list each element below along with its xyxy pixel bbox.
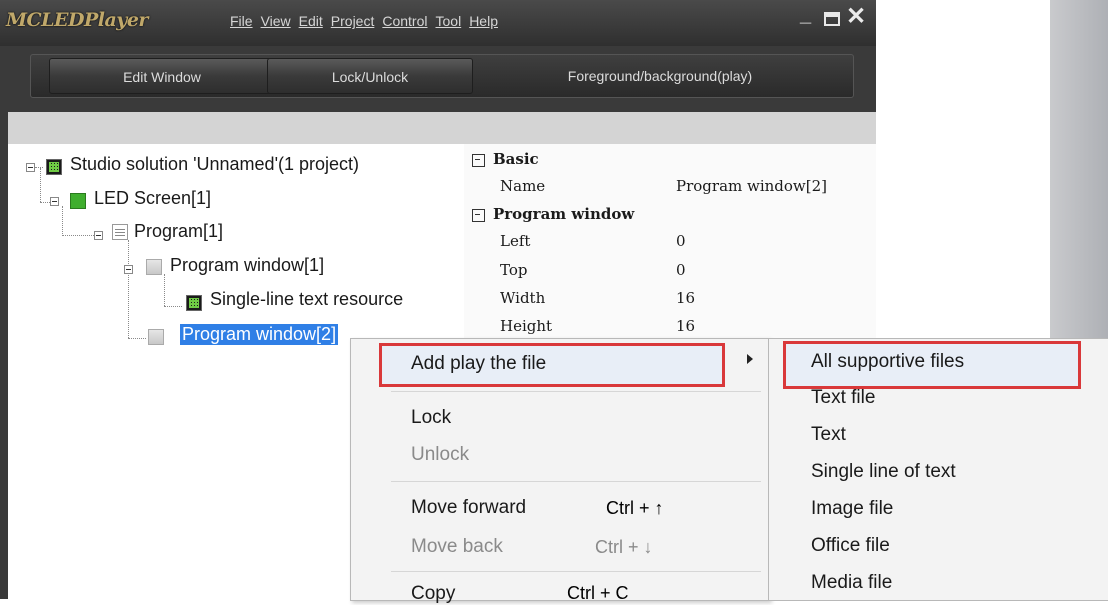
submenu-arrow-icon [747,354,753,364]
tree-line [40,168,41,202]
menu-file[interactable]: File [230,13,253,29]
prop-top-label: Top [500,261,528,279]
tree-node-program[interactable]: Program[1] [134,221,223,242]
close-button[interactable]: ✕ [846,2,866,31]
prop-height-value[interactable]: 16 [676,317,695,335]
program-window-icon [148,329,164,345]
submenu-office-file[interactable]: Office file [811,535,890,557]
submenu-single-line-text[interactable]: Single line of text [811,461,956,483]
tree-line [62,235,94,236]
led-screen-icon [70,193,86,209]
tree-line [128,338,146,339]
prop-left-label: Left [500,232,531,250]
tree-line [128,240,129,338]
toolbar: Edit Window Lock/Unlock Foreground/backg… [30,54,854,98]
menu-separator [391,571,761,572]
menu-separator [391,481,761,482]
collapse-icon [472,153,485,167]
submenu-media-file[interactable]: Media file [811,572,892,594]
menu-tool[interactable]: Tool [436,13,462,29]
expander-solution[interactable] [26,163,35,172]
panel-header [8,112,876,144]
menu-control[interactable]: Control [382,13,427,29]
tree-node-program-window-1[interactable]: Program window[1] [170,255,324,276]
tree-node-solution[interactable]: Studio solution 'Unnamed'(1 project) [70,154,359,175]
expander-program[interactable] [94,231,103,240]
maximize-button[interactable] [824,12,840,26]
shortcut-copy: Ctrl + C [567,583,629,603]
category-program-window[interactable]: Program window [472,205,634,223]
expander-window1[interactable] [124,265,133,274]
prop-left-value[interactable]: 0 [676,232,686,250]
app-logo: MCLEDPlayer [6,9,148,31]
menu-view[interactable]: View [261,13,291,29]
menu-item-move-back: Move back [411,536,503,557]
menu-item-copy[interactable]: Copy [411,583,455,605]
title-bar: MCLEDPlayer File View Edit Project Contr… [0,0,876,46]
menu-item-add-play-file[interactable]: Add play the file [411,353,546,375]
tree-line [164,306,182,307]
lock-unlock-button[interactable]: Lock/Unlock [267,58,473,94]
category-basic[interactable]: Basic [472,150,539,168]
expander-screen[interactable] [50,197,59,206]
submenu-add-play-file: All supportive files Text file Text Sing… [768,338,1108,601]
tree-line [35,167,43,168]
solution-icon [46,159,62,175]
foreground-background-button[interactable]: Foreground/background(play) [475,58,845,94]
shortcut-move-back: Ctrl + ↓ [595,537,653,557]
program-icon [112,224,128,240]
prop-top-value[interactable]: 0 [676,261,686,279]
prop-width-value[interactable]: 16 [676,289,695,307]
menu-item-unlock: Unlock [411,444,470,465]
menu-project[interactable]: Project [331,13,375,29]
tree-line [40,202,50,203]
menu-item-lock[interactable]: Lock [411,407,451,429]
tree-line [62,206,63,234]
prop-name-label: Name [500,177,546,195]
prop-width-label: Width [500,289,546,307]
menu-edit[interactable]: Edit [299,13,323,29]
tree-node-program-window-2[interactable]: Program window[2] [180,324,339,345]
text-resource-icon [186,295,202,311]
tree-node-text-resource[interactable]: Single-line text resource [210,289,403,310]
submenu-image-file[interactable]: Image file [811,498,893,520]
program-window-icon [146,259,162,275]
submenu-text-file[interactable]: Text file [811,387,875,409]
edit-window-button[interactable]: Edit Window [49,58,275,94]
submenu-text[interactable]: Text [811,424,846,446]
shortcut-move-forward: Ctrl + ↑ [606,498,664,518]
minimize-button[interactable]: _ [800,4,811,27]
background-window-edge [1050,0,1108,340]
tree-node-led-screen[interactable]: LED Screen[1] [94,188,211,209]
menu-separator [391,391,761,392]
collapse-icon [472,208,485,222]
menu-help[interactable]: Help [469,13,498,29]
property-grid: Basic Name Program window[2] Program win… [464,144,876,344]
menu-item-move-forward[interactable]: Move forward [411,497,526,519]
context-menu: Add play the file Lock Unlock Move forwa… [350,338,770,604]
prop-height-label: Height [500,317,553,335]
submenu-all-supportive-files[interactable]: All supportive files [811,351,964,373]
prop-name-value[interactable]: Program window[2] [676,177,827,195]
menu-bar: File View Edit Project Control Tool Help [230,13,498,29]
tree-line [164,274,165,306]
